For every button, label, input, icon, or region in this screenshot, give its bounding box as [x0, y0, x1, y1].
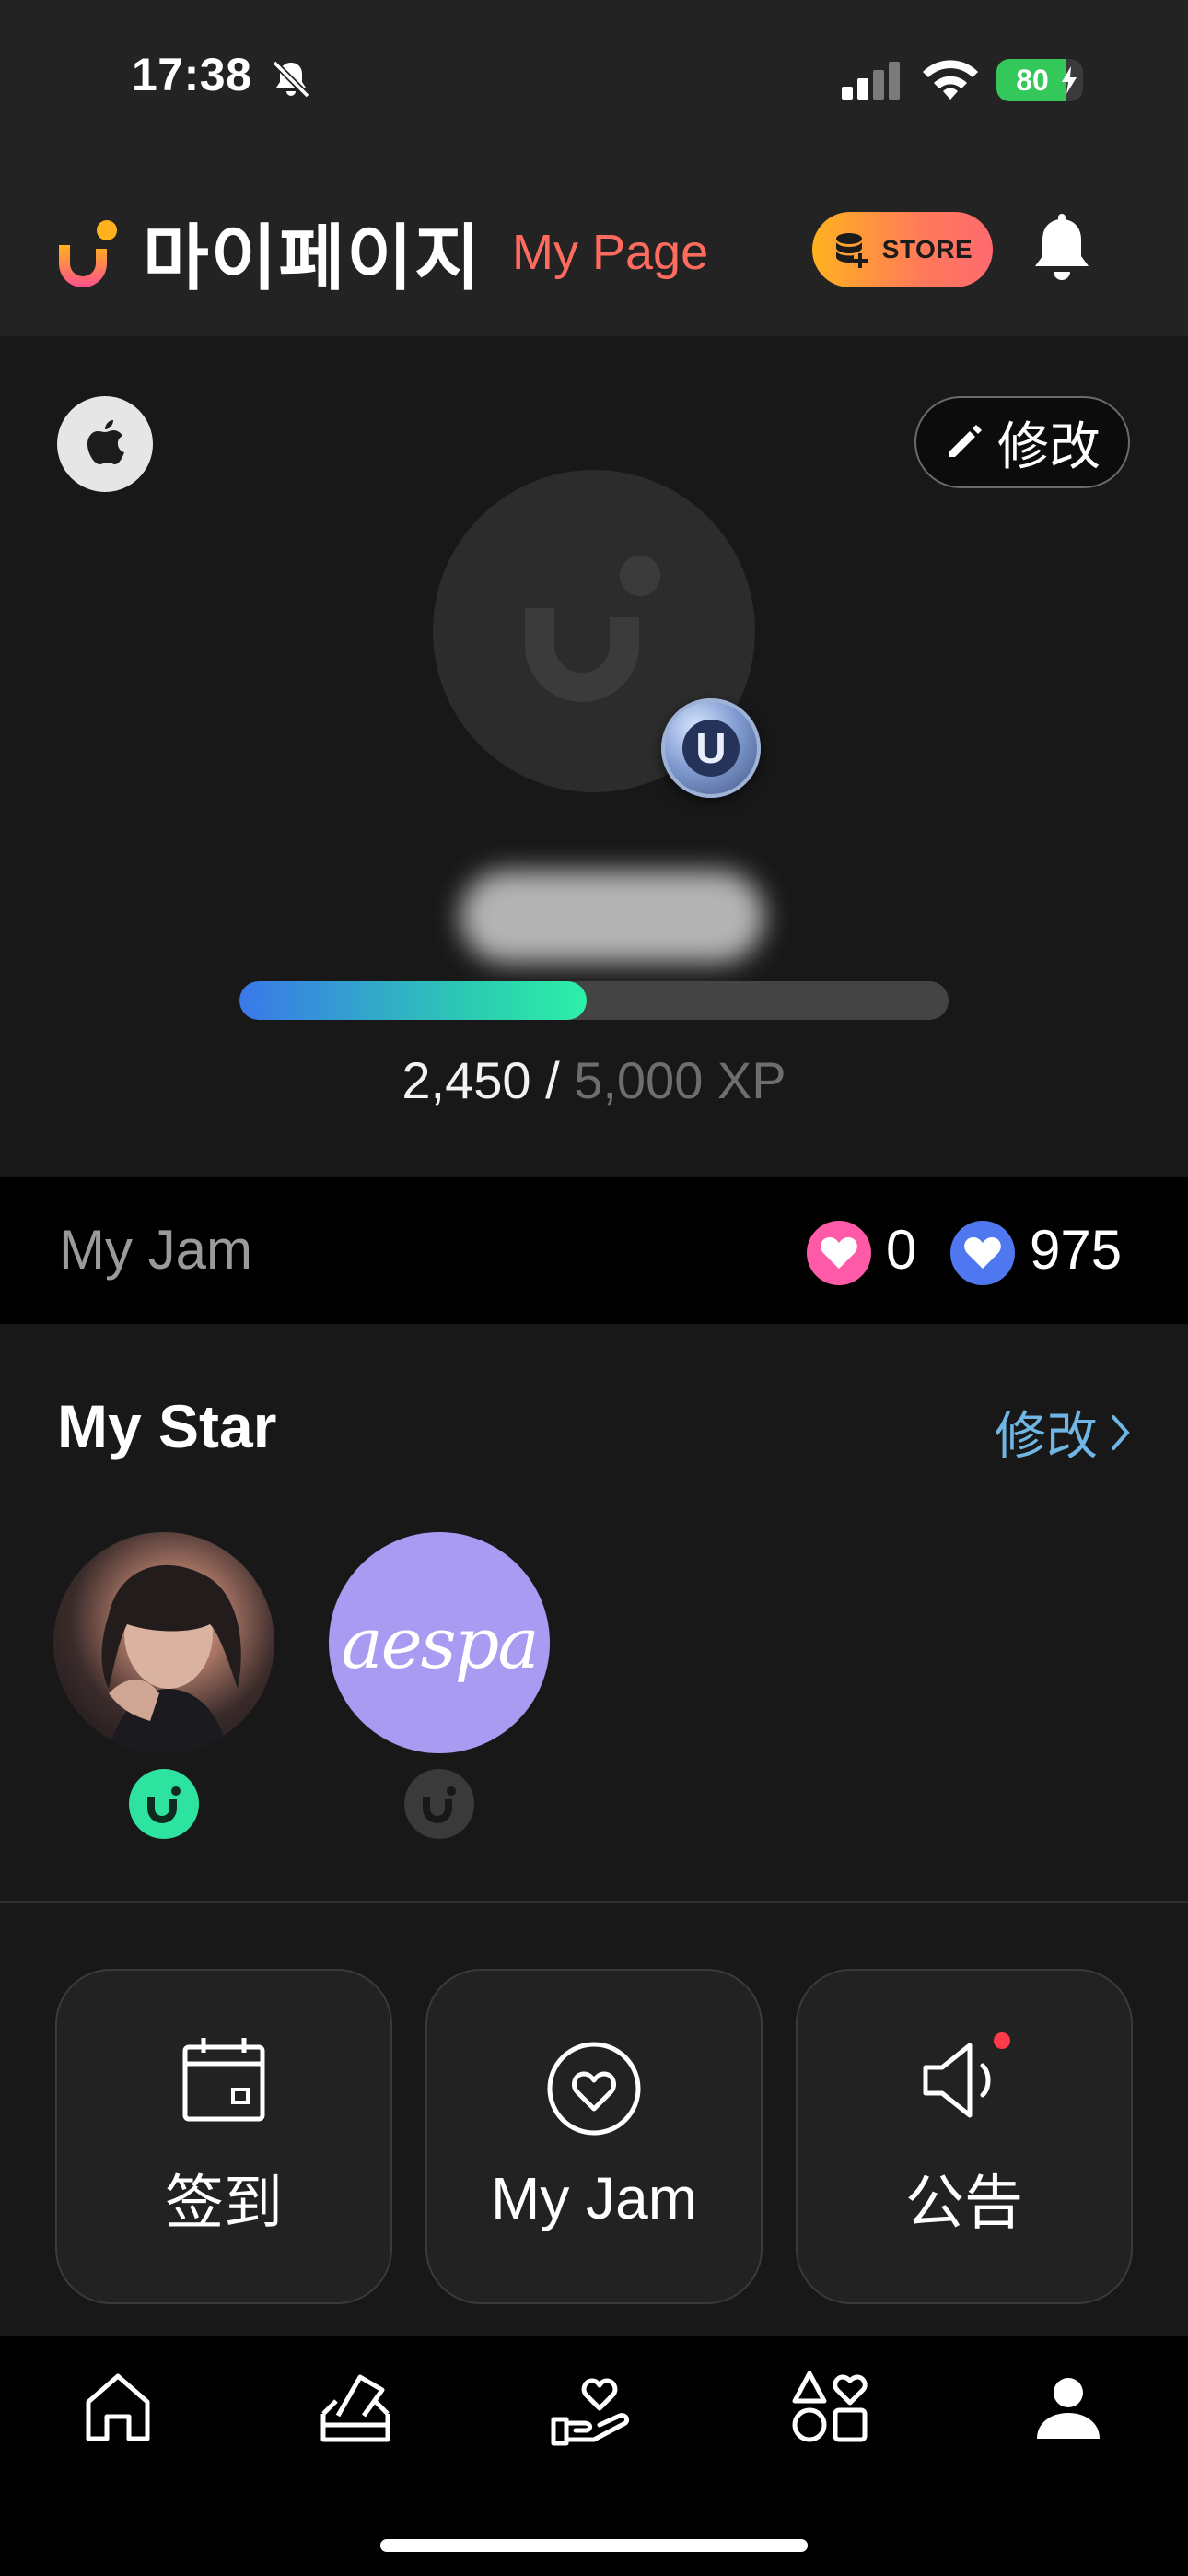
nav-home[interactable]	[72, 2361, 164, 2453]
speaker-icon-wrap	[916, 2032, 1012, 2128]
blue-heart-icon	[950, 1221, 1015, 1285]
edit-profile-label: 修改	[997, 416, 1101, 475]
xp-max: 5,000 XP	[574, 1051, 786, 1109]
store-label: STORE	[881, 235, 973, 263]
battery-percent: 80	[1016, 64, 1049, 97]
shapes-icon	[792, 2371, 868, 2442]
star-portrait-image	[101, 1564, 241, 1753]
check-in-tile[interactable]: 签到	[55, 1969, 392, 2304]
status-time: 17:38	[132, 49, 252, 100]
profile-icon	[1037, 2378, 1100, 2439]
section-divider	[0, 1901, 1188, 1903]
xp-readout: 2,450 / 5,000 XP	[0, 1050, 1188, 1110]
my-jam-label: My Jam	[59, 1219, 252, 1281]
star-avatar-aespa[interactable]: aespa	[329, 1532, 550, 1753]
xp-separator: /	[530, 1051, 575, 1109]
xp-progress-fill	[239, 981, 588, 1020]
pink-jam-count: 0	[886, 1219, 917, 1281]
my-star-edit-link[interactable]: 修改	[995, 1395, 1131, 1469]
heart-hand-icon	[551, 2378, 630, 2446]
xp-current: 2,450	[402, 1051, 531, 1109]
my-jam-tile-label: My Jam	[491, 2165, 697, 2231]
my-star-edit-label: 修改	[995, 1407, 1098, 1465]
notice-label: 公告	[905, 2170, 1023, 2236]
home-icon	[86, 2373, 150, 2441]
notice-tile[interactable]: 公告	[796, 1969, 1133, 2304]
bell-icon[interactable]	[1030, 214, 1094, 286]
pencil-icon	[949, 425, 982, 457]
nav-support[interactable]	[545, 2361, 637, 2453]
aespa-logo-text: aespa	[341, 1601, 539, 1684]
edit-profile-button[interactable]: 修改	[914, 396, 1130, 488]
my-jam-tile[interactable]: My Jam	[425, 1969, 763, 2304]
apple-login-badge	[57, 396, 153, 492]
my-star-title: My Star	[57, 1392, 277, 1460]
store-button[interactable]: STORE	[812, 212, 993, 287]
heart-circle-icon	[547, 2042, 641, 2136]
blue-jam-count: 975	[1030, 1219, 1123, 1281]
nav-vote[interactable]	[309, 2361, 402, 2453]
battery-indicator: 80	[996, 59, 1083, 101]
star-avatar-photo[interactable]	[53, 1532, 274, 1753]
nav-explore[interactable]	[785, 2361, 877, 2453]
charging-bolt-icon	[1062, 66, 1077, 94]
chevron-right-icon	[1112, 1414, 1130, 1450]
avatar-placeholder-icon	[525, 556, 660, 702]
check-in-label: 签到	[165, 2170, 283, 2236]
bell-slash-icon	[272, 60, 310, 99]
nav-my-page[interactable]	[1022, 2361, 1114, 2453]
coins-plus-icon	[835, 233, 868, 268]
blurred-username	[460, 871, 764, 963]
xp-progress-bar	[239, 981, 949, 1020]
star-status-inactive-icon	[404, 1769, 474, 1839]
notification-dot	[994, 2032, 1010, 2049]
page-subtitle: My Page	[512, 225, 709, 280]
home-indicator[interactable]	[380, 2539, 808, 2552]
cellular-signal-icon	[842, 62, 900, 100]
level-badge: U	[661, 698, 761, 798]
calendar-icon	[182, 2038, 265, 2122]
level-badge-letter: U	[682, 720, 740, 777]
wifi-icon	[923, 60, 978, 100]
page-title: 마이페이지	[143, 217, 483, 299]
pink-heart-icon	[807, 1221, 871, 1285]
apple-icon	[87, 420, 124, 464]
star-status-active-icon	[129, 1769, 199, 1839]
app-logo-icon	[59, 220, 117, 287]
vote-box-icon	[320, 2374, 390, 2442]
